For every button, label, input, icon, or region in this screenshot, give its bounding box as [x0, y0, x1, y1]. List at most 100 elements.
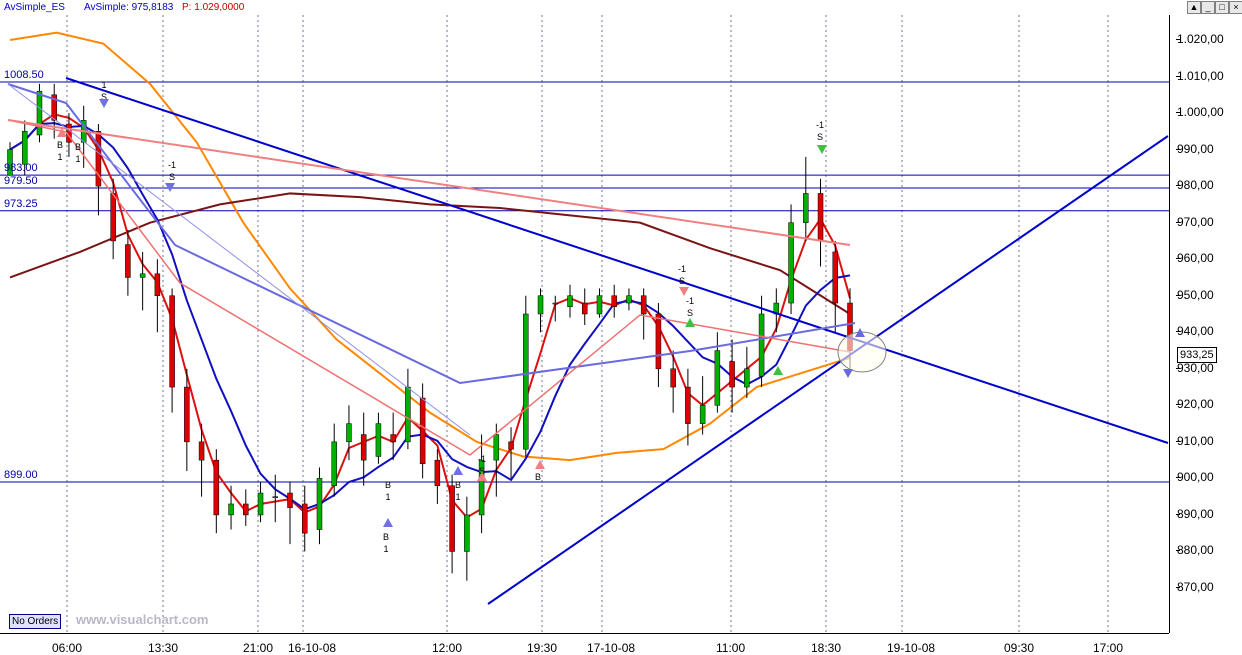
signal-label: B: [383, 532, 389, 542]
candle-body: [272, 496, 279, 498]
candle-body: [744, 368, 750, 388]
signal-label: B: [57, 140, 63, 150]
candle-body: [581, 302, 588, 315]
down-arrow-icon: [817, 145, 827, 154]
up-arrow-icon: [535, 460, 545, 469]
signal-label: -1: [478, 454, 486, 464]
x-tick-label: 11:00: [716, 641, 746, 655]
candle-body: [184, 386, 190, 443]
candle-body: [537, 295, 544, 315]
scroll-up-button[interactable]: ▲: [1187, 1, 1201, 14]
moving-averages: [9, 31, 851, 519]
x-tick-label: 06:00: [52, 641, 83, 655]
candle-body: [405, 386, 411, 443]
y-tick-label: 900,00: [1176, 470, 1214, 484]
candle-body: [125, 244, 131, 278]
candle-body: [449, 485, 455, 552]
maximize-button[interactable]: □: [1215, 1, 1229, 14]
minimize-button[interactable]: _: [1201, 1, 1215, 14]
candle-body: [257, 492, 264, 516]
y-tick-label: 920,00: [1176, 397, 1214, 411]
no-orders-badge[interactable]: No Orders: [9, 614, 62, 629]
candle-body: [699, 405, 706, 424]
candle-body: [817, 193, 824, 242]
x-tick-label: 17:00: [1093, 641, 1124, 655]
fan-line-pink-2: [7, 119, 851, 246]
y-tick-label: 890,00: [1176, 506, 1214, 521]
candle-body: [552, 302, 559, 305]
candle-body: [714, 350, 721, 406]
y-tick-label: 870,00: [1176, 579, 1214, 594]
signal-label: -1: [686, 296, 694, 306]
last-price-tag: 933,25: [1177, 347, 1217, 363]
y-tick-label: 880,00: [1176, 543, 1214, 557]
signal-label: S: [169, 172, 175, 182]
candle-body: [832, 251, 839, 304]
y-tick-label: 960,00: [1176, 251, 1214, 265]
y-tick-label: 980,00: [1176, 178, 1214, 192]
candle-body: [523, 313, 529, 450]
chart-symbol: AvSimple_ES: [4, 2, 65, 13]
candle-body: [640, 295, 647, 315]
horizontal-levels: [0, 81, 1169, 483]
candle-body: [434, 459, 441, 486]
candlesticks: [7, 83, 853, 581]
signal-label: -1: [678, 264, 686, 274]
resistance-trendline[interactable]: [65, 77, 1169, 444]
p-readout: P: 1.029,0000: [182, 2, 245, 13]
x-tick-label: 17-10-08: [587, 641, 636, 655]
signal-label: S: [679, 276, 685, 286]
candle-body: [626, 295, 632, 304]
up-arrow-icon: [453, 466, 463, 475]
candle-body: [375, 423, 382, 457]
candle-body: [110, 193, 116, 242]
candle-body: [139, 273, 146, 278]
signal-label: -1: [816, 120, 824, 130]
price-chart[interactable]: B1B11S-1SB1B1B1-1SB-1S-1S-1S: [0, 15, 1169, 633]
signal-markers: B1B11S-1SB1B1B1-1SB-1S-1S-1S: [57, 80, 865, 554]
x-tick-label: 19:30: [527, 641, 558, 655]
candle-body: [36, 90, 43, 136]
x-tick-label: 19-10-08: [887, 641, 936, 655]
x-tick-label: 18:30: [811, 641, 842, 655]
y-tick-label: 990,00: [1176, 141, 1214, 156]
candle-body: [154, 273, 161, 296]
close-button[interactable]: ×: [1229, 1, 1242, 14]
y-tick-label: 970,00: [1176, 214, 1214, 229]
candle-body: [198, 441, 205, 461]
candle-body: [685, 386, 691, 424]
y-tick-label: 1.020,00: [1176, 32, 1224, 46]
signal-label: S: [687, 308, 693, 318]
level-label: 899.00: [4, 469, 38, 482]
candle-body: [419, 397, 426, 465]
candle-body: [670, 368, 676, 388]
candle-body: [729, 361, 735, 388]
signal-label: 1: [383, 544, 388, 554]
x-tick-label: 13:30: [148, 641, 179, 655]
highlight-ellipse: [837, 331, 887, 373]
candle-body: [331, 441, 337, 486]
down-arrow-icon: [843, 369, 853, 378]
candle-body: [803, 193, 809, 223]
candle-body: [243, 503, 249, 516]
level-label: 983.00: [4, 162, 38, 175]
down-arrow-icon: [99, 99, 109, 108]
y-tick-label: 910,00: [1176, 433, 1214, 448]
x-tick-label: 12:00: [432, 641, 463, 655]
signal-label: B: [75, 142, 81, 152]
y-tick-label: 1.000,00: [1176, 105, 1224, 119]
fan-line-blue: [7, 83, 856, 385]
x-tick-label: 21:00: [243, 641, 274, 655]
candle-body: [287, 492, 293, 508]
indicator-readout: AvSimple: 975,8183: [84, 2, 174, 13]
y-tick-label: 1.010,00: [1176, 68, 1224, 83]
fan-line-thin: [7, 83, 471, 436]
signal-label: B: [535, 472, 541, 482]
vertical-gridlines: [66, 15, 1109, 633]
candle-body: [611, 295, 617, 307]
candle-body: [316, 478, 323, 530]
candle-body: [508, 441, 514, 450]
signal-label: 1: [455, 492, 460, 502]
signal-label: B: [385, 480, 391, 490]
candle-body: [655, 313, 662, 370]
